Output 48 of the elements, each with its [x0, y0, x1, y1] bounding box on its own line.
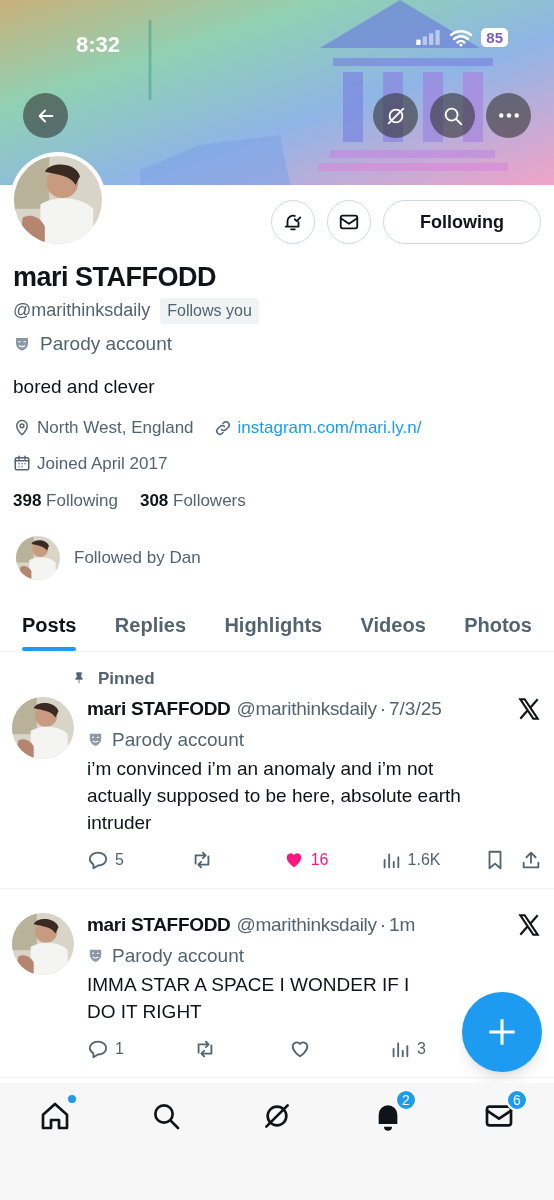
- profile-tab[interactable]: Highlights: [224, 599, 323, 651]
- pinned-label: Pinned: [98, 667, 155, 690]
- mask-icon: [87, 947, 104, 965]
- post-time: 1m: [389, 913, 416, 937]
- x-logo-icon: [516, 912, 542, 939]
- profile-tab[interactable]: Photos: [464, 599, 532, 651]
- post-time: 7/3/25: [389, 697, 442, 721]
- profile-tab[interactable]: Replies: [114, 599, 186, 651]
- post-author: mari STAFFODD: [87, 697, 231, 721]
- location-pin-icon: [13, 418, 31, 437]
- speech-bubble-icon: [87, 849, 109, 871]
- heart-icon: [289, 1038, 311, 1060]
- views-button[interactable]: 3: [389, 1037, 426, 1061]
- joined-date: Joined April 2017: [37, 452, 168, 475]
- parody-label: Parody account: [112, 943, 245, 968]
- reply-button[interactable]: 5: [87, 848, 124, 872]
- separator-dot: ·: [379, 913, 386, 937]
- follow-count-link[interactable]: 308 Followers: [139, 488, 246, 514]
- profile-tab[interactable]: Videos: [360, 599, 426, 651]
- speech-bubble-icon: [87, 1038, 109, 1060]
- followed-by-text: Followed by Dan: [74, 546, 201, 569]
- follows-you-badge: Follows you: [160, 297, 259, 324]
- bio-text: bored and clever: [13, 374, 156, 399]
- post-handle: @marithinksdaily: [236, 913, 377, 937]
- mask-icon: [13, 335, 31, 354]
- separator-dot: ·: [379, 697, 386, 721]
- x-logo-icon: [516, 696, 542, 723]
- post-text: IMMA STAR A SPACE I WONDER IF I DO IT RIGHT: [87, 973, 411, 1024]
- follow-count-link[interactable]: 398 Following: [13, 488, 118, 514]
- parody-label: Parody account: [112, 727, 245, 752]
- user-handle: @marithinksdaily: [13, 299, 151, 322]
- parody-label: Parody account: [40, 332, 173, 356]
- location-text: North West, England: [37, 417, 194, 439]
- display-name: mari STAFFODD: [13, 261, 217, 294]
- reply-button[interactable]: 1: [87, 1037, 124, 1061]
- views-button[interactable]: 1.6K: [379, 848, 441, 872]
- link-icon: [213, 418, 232, 437]
- calendar-icon: [13, 454, 31, 473]
- mask-icon: [87, 731, 104, 749]
- profile-tab[interactable]: Posts: [22, 599, 77, 651]
- post-handle: @marithinksdaily: [236, 697, 377, 721]
- like-button[interactable]: [289, 1038, 311, 1060]
- post-author: mari STAFFODD: [87, 913, 231, 937]
- count-badge: 2: [395, 1089, 417, 1111]
- home-icon: [39, 1100, 71, 1132]
- post-text: i’m convinced i’m an anomaly and i’m not actually supposed to be here, absolute earth intruder: [87, 757, 462, 835]
- count-badge: 6: [506, 1089, 528, 1111]
- like-button[interactable]: 16: [282, 848, 329, 872]
